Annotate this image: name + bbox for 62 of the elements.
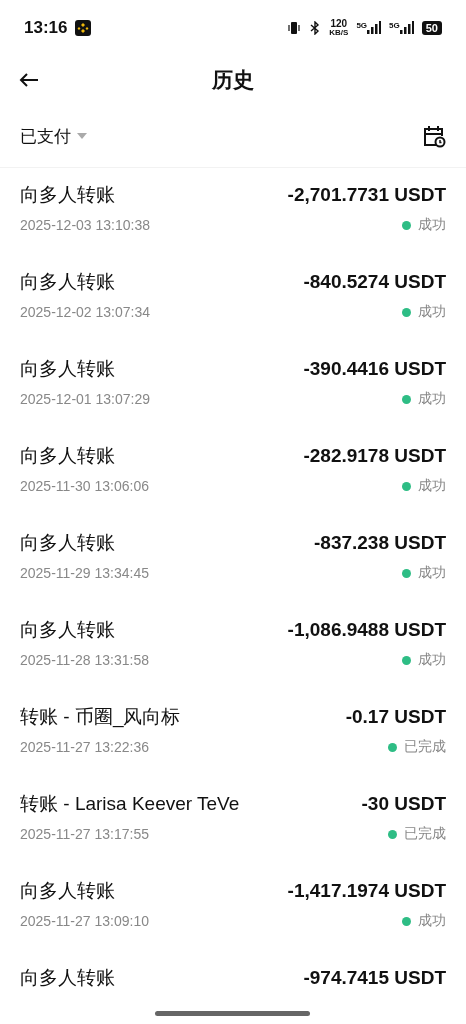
transaction-status: 已完成	[404, 738, 446, 756]
signal-icon	[367, 21, 382, 34]
transaction-title[interactable]: 向多人转账	[20, 269, 115, 295]
transaction-status: 成功	[418, 651, 446, 669]
status-dot	[402, 394, 411, 404]
transaction-amount: -0.17 USDT	[345, 706, 446, 728]
transaction-date: 2025-12-03 13:10:38	[20, 217, 150, 233]
transaction-status: 成功	[418, 564, 446, 582]
clock: 13:16	[24, 17, 68, 38]
network-speed: 120	[330, 18, 348, 29]
network-type: 5G	[356, 21, 368, 30]
app-icon	[75, 19, 92, 36]
status-dot	[402, 655, 411, 665]
status-dot	[402, 307, 411, 317]
transaction-amount: -390.4416 USDT	[303, 358, 446, 380]
transaction-status: 成功	[418, 216, 446, 234]
caret-icon	[77, 133, 87, 139]
network-type: 5G	[389, 21, 400, 30]
status-dot	[402, 916, 411, 926]
transaction-amount: -2,701.7731 USDT	[287, 184, 446, 206]
transaction-amount: -837.238 USDT	[314, 532, 446, 554]
transaction-amount: -1,417.1974 USDT	[287, 880, 446, 902]
transaction-title[interactable]: 向多人转账	[20, 878, 115, 904]
transaction-amount: -282.9178 USDT	[303, 445, 446, 467]
transaction-title[interactable]: 向多人转账	[20, 530, 115, 556]
transaction-title[interactable]: 向多人转账	[20, 182, 115, 208]
transaction-date: 2025-11-29 13:34:45	[20, 565, 149, 581]
transaction-date: 2025-11-27 13:09:10	[20, 913, 149, 929]
back-arrow-icon[interactable]	[19, 72, 39, 88]
transaction-status: 成功	[418, 303, 446, 321]
page-title: 历史	[212, 67, 254, 93]
status-dot	[388, 742, 397, 752]
transaction-amount: -840.5274 USDT	[303, 271, 446, 293]
vibrate-icon	[287, 20, 302, 35]
transaction-status: 成功	[418, 912, 446, 930]
calendar-icon[interactable]	[422, 124, 446, 148]
transaction-title[interactable]: 向多人转账	[20, 443, 115, 469]
status-dot	[402, 220, 411, 230]
transaction-status: 成功	[418, 390, 446, 408]
transaction-status: 已完成	[404, 825, 446, 843]
transaction-date: 2025-12-01 13:07:29	[20, 391, 150, 407]
status-dot	[402, 481, 411, 491]
transaction-status: 成功	[418, 477, 446, 495]
status-dot	[388, 829, 397, 839]
battery-level: 50	[421, 20, 442, 35]
transaction-title[interactable]: 转账 - Larisa Keever TeVe	[20, 791, 240, 817]
transaction-title[interactable]: 向多人转账	[20, 965, 115, 991]
transaction-date: 2025-11-30 13:06:06	[20, 478, 149, 494]
signal-icon	[399, 21, 414, 34]
transaction-date: 2025-11-27 13:17:55	[20, 826, 149, 842]
transaction-title[interactable]: 向多人转账	[20, 356, 115, 382]
status-filter-dropdown[interactable]: 已支付	[20, 124, 87, 148]
transaction-date: 2025-12-02 13:07:34	[20, 304, 150, 320]
transaction-title[interactable]: 向多人转账	[20, 617, 115, 643]
speed-unit: KB/S	[329, 28, 349, 37]
transaction-title[interactable]: 转账 - 币圈_风向标	[20, 704, 181, 730]
transaction-amount: -30 USDT	[361, 793, 446, 815]
transaction-amount: -1,086.9488 USDT	[287, 619, 446, 641]
transaction-amount: -974.7415 USDT	[303, 967, 446, 989]
transaction-date: 2025-11-28 13:31:58	[20, 652, 149, 668]
transaction-date: 2025-11-27 13:22:36	[20, 739, 149, 755]
status-dot	[402, 568, 411, 578]
